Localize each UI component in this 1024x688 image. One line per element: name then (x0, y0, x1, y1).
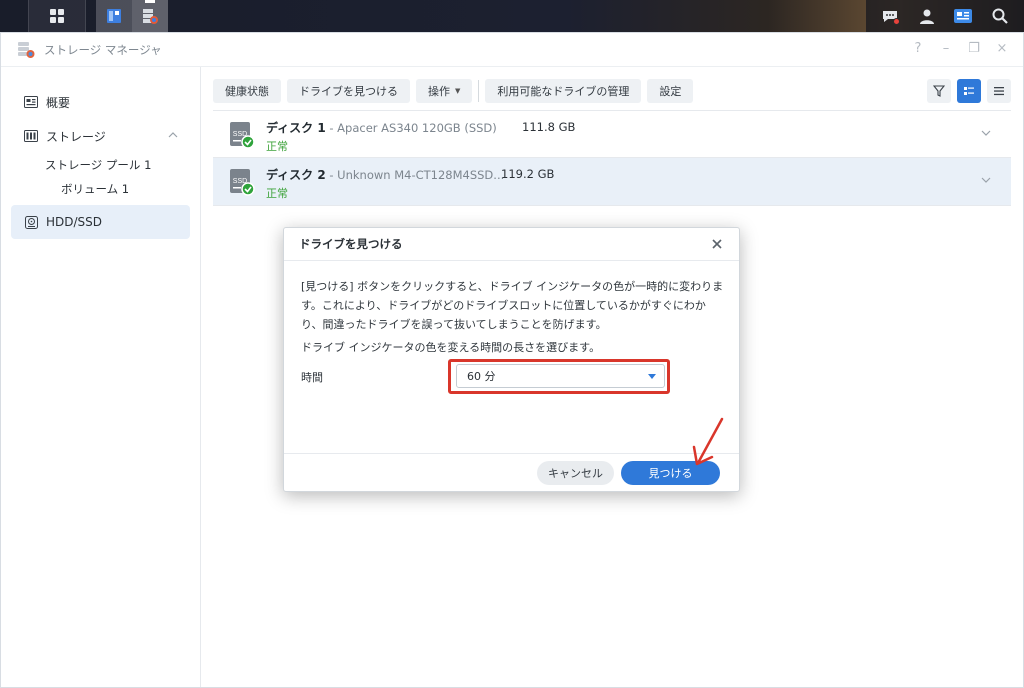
find-drive-dialog: ドライブを見つける [見つける] ボタンをクリックすると、ドライブ インジケータ… (283, 227, 740, 492)
detail-view-button[interactable] (957, 79, 981, 103)
detail-list-icon (964, 87, 974, 95)
sidebar-item-label: 概要 (46, 95, 71, 110)
ssd-icon: SSD (230, 169, 255, 196)
disk-model: - Apacer AS340 120GB (SSD) (325, 121, 497, 135)
action-dropdown[interactable]: 操作 ▼ (416, 79, 473, 103)
time-select[interactable]: 60 分 (456, 364, 665, 388)
storage-icon (24, 129, 38, 143)
disk-size: 119.2 GB (501, 167, 555, 181)
view-controls (927, 79, 1011, 103)
taskbar (0, 0, 1024, 32)
taskbar-tray (866, 0, 1024, 32)
chat-icon[interactable] (879, 5, 901, 27)
chevron-down-icon[interactable] (981, 176, 991, 184)
window-title: ストレージ マネージャ (44, 42, 162, 57)
sidebar-item-volume[interactable]: ボリューム 1 (1, 177, 200, 201)
close-icon[interactable] (709, 236, 725, 252)
disk-model: - Unknown M4-CT128M4SSD... (325, 168, 505, 182)
disk-status: 正常 (266, 140, 288, 153)
health-button[interactable]: 健康状態 (213, 79, 281, 103)
window-titlebar: ストレージ マネージャ ? – ❐ × (1, 33, 1023, 67)
caret-down-icon: ▼ (455, 87, 461, 95)
find-drive-button[interactable]: ドライブを見つける (287, 79, 410, 103)
user-icon[interactable] (916, 5, 938, 27)
list-icon (994, 87, 1004, 96)
taskbar-app-storage-manager[interactable] (132, 0, 168, 32)
filter-button[interactable] (927, 79, 951, 103)
disk-title: ディスク 2 - Unknown M4-CT128M4SSD... (266, 166, 504, 183)
help-button[interactable]: ? (911, 41, 925, 56)
sidebar-item-label: HDD/SSD (46, 215, 103, 229)
sidebar-item-storage-pool[interactable]: ストレージ プール 1 (1, 153, 200, 177)
restore-button[interactable]: ❐ (967, 41, 981, 56)
toolbar: 健康状態 ドライブを見つける 操作 ▼ 利用可能なドライブの管理 設定 (213, 79, 694, 103)
time-label: 時間 (301, 371, 323, 384)
sidebar-item-overview[interactable]: 概要 (1, 85, 200, 119)
settings-button[interactable]: 設定 (647, 79, 694, 103)
disk-title: ディスク 1 - Apacer AS340 120GB (SSD) (266, 119, 497, 136)
disk-row[interactable]: SSD ディスク 1 - Apacer AS340 120GB (SSD) 11… (213, 110, 1011, 158)
search-icon[interactable] (989, 5, 1011, 27)
hdd-icon (24, 215, 38, 229)
list-view-button[interactable] (987, 79, 1011, 103)
chevron-up-icon[interactable] (168, 131, 178, 139)
disk-row[interactable]: SSD ディスク 2 - Unknown M4-CT128M4SSD... 11… (213, 158, 1011, 206)
close-window-button[interactable]: × (995, 41, 1009, 56)
sidebar-item-hdd-ssd[interactable]: HDD/SSD (11, 205, 190, 239)
sidebar-item-label: ストレージ (46, 129, 106, 144)
overview-icon (24, 95, 38, 109)
chevron-down-icon[interactable] (981, 129, 991, 137)
toolbar-divider (478, 80, 480, 102)
dropdown-arrow-icon (648, 374, 656, 379)
sidebar-item-label: ストレージ プール 1 (45, 158, 152, 172)
dialog-prompt: ドライブ インジケータの色を変える時間の長さを選びます。 (301, 341, 601, 354)
disk-name: ディスク 1 (266, 121, 326, 135)
dialog-title: ドライブを見つける (284, 228, 739, 261)
manage-drives-button[interactable]: 利用可能なドライブの管理 (485, 79, 642, 103)
ssd-icon: SSD (230, 122, 255, 149)
minimize-button[interactable]: – (939, 41, 953, 56)
sidebar: 概要 ストレージ ストレージ プール 1 ボリューム 1 HDD/SSD (1, 67, 201, 687)
time-select-value: 60 分 (467, 370, 496, 383)
disk-status: 正常 (266, 187, 288, 200)
sidebar-item-storage[interactable]: ストレージ (1, 119, 200, 153)
sidebar-item-label: ボリューム 1 (61, 182, 130, 196)
filter-icon (933, 85, 945, 97)
storage-app-icon (107, 9, 121, 23)
disk-size: 111.8 GB (522, 120, 576, 134)
disk-name: ディスク 2 (266, 168, 326, 182)
grid-icon (50, 9, 64, 23)
dialog-footer-divider (284, 453, 739, 454)
widgets-icon[interactable] (952, 5, 974, 27)
taskbar-app-storage[interactable] (96, 0, 132, 32)
action-label: 操作 (428, 85, 450, 98)
window-controls: ? – ❐ × (911, 41, 1009, 56)
storage-manager-icon (18, 41, 35, 58)
main-menu-button[interactable] (28, 0, 86, 32)
cancel-button[interactable]: キャンセル (537, 461, 614, 485)
annotation-arrow-icon (692, 417, 724, 466)
storage-manager-app-icon (143, 9, 158, 24)
dialog-description: [見つける] ボタンをクリックすると、ドライブ インジケータの色が一時的に変わり… (301, 280, 724, 331)
